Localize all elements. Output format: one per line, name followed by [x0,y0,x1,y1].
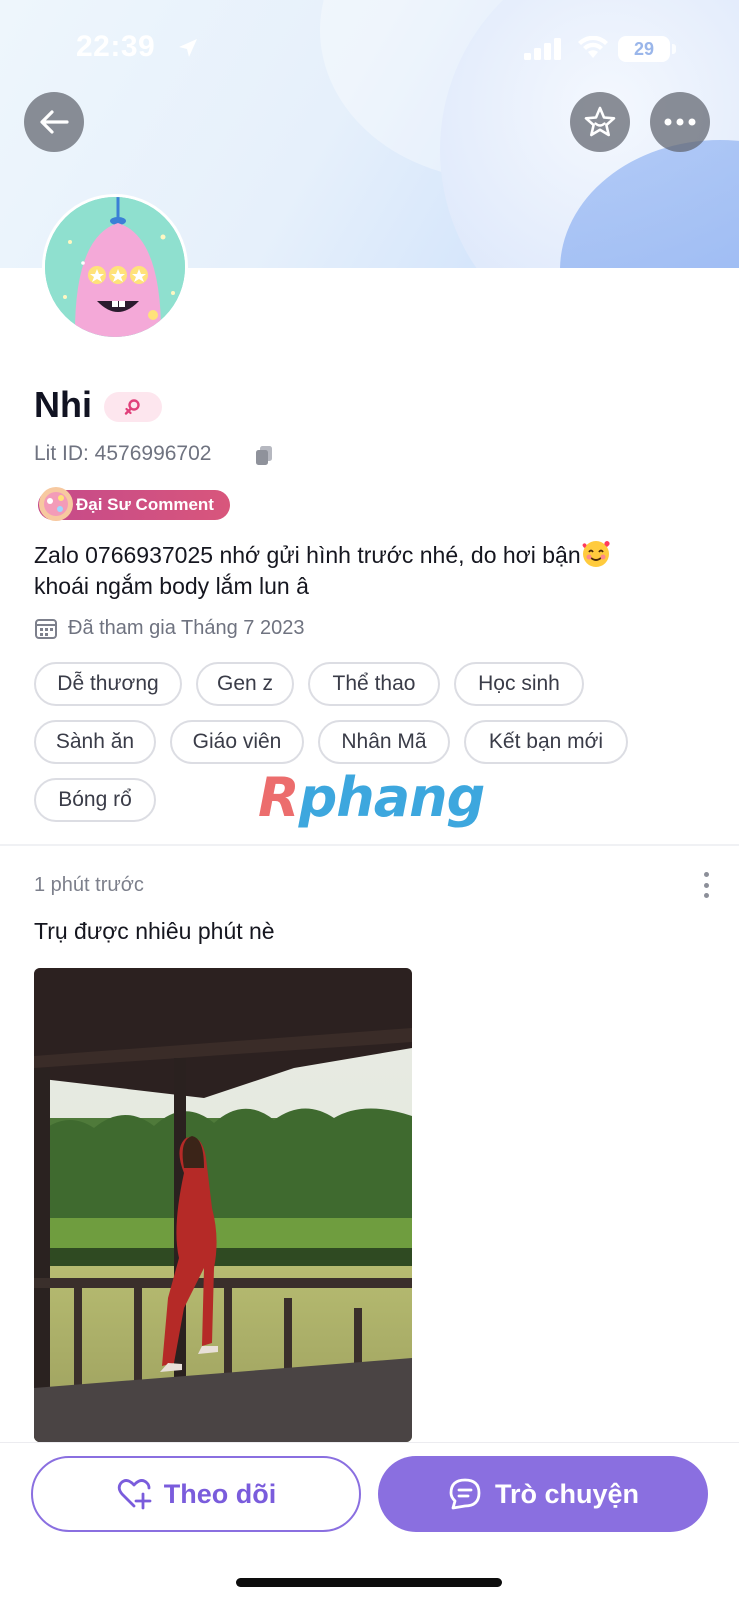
bio-line-2: khoái ngắm body lắm lun â [34,573,309,599]
tag-hoc-sinh[interactable]: Học sinh [454,662,584,706]
post-text: Trụ được nhiêu phút nè [34,918,275,944]
location-arrow-icon [179,39,197,57]
chat-button[interactable]: Trò chuyện [378,1456,708,1532]
joined-date: Đã tham gia Tháng 7 2023 [68,616,305,639]
calendar-icon [35,619,57,639]
back-button[interactable] [24,92,84,152]
tag-bong-ro[interactable]: Bóng rổ [34,778,156,822]
tag-de-thuong[interactable]: Dễ thương [34,662,182,706]
gender-badge [104,392,162,422]
watermark-logo: Rphang [258,766,485,829]
post-more-button[interactable] [700,872,712,898]
favorite-button[interactable] [570,92,630,152]
tag-the-thao[interactable]: Thể thao [308,662,440,706]
tag-ket-ban-moi[interactable]: Kết bạn mới [464,720,628,764]
tag-nhan-ma[interactable]: Nhân Mã [318,720,450,764]
post-timestamp: 1 phút trước [34,874,144,896]
profile-name: Nhi [34,384,92,425]
more-vertical-icon [703,872,709,877]
home-indicator[interactable] [236,1578,502,1587]
tag-gen-z[interactable]: Gen z [196,662,294,706]
lit-id: Lit ID: 4576996702 [34,442,212,465]
tag-sanh-an[interactable]: Sành ăn [34,720,156,764]
battery-cap [672,44,676,54]
star-icon [584,106,616,137]
battery-indicator: 29 [618,36,670,62]
smiling-face-with-hearts-icon [582,541,610,567]
tag-giao-vien[interactable]: Giáo viên [170,720,304,764]
follow-label: Theo dõi [163,1478,277,1509]
post-photo[interactable] [34,968,412,1442]
more-horizontal-icon [664,118,696,126]
status-bar: 22:39 29 [0,0,739,100]
more-options-button[interactable] [650,92,710,152]
copy-icon[interactable] [254,444,274,466]
avatar[interactable] [42,194,188,340]
female-symbol-icon [124,399,140,415]
heart-plus-icon [117,1479,152,1510]
section-divider [0,844,739,846]
joined-date-row: Đã tham gia Tháng 7 2023 [34,616,304,640]
chat-label: Trò chuyện [494,1478,640,1509]
arrow-left-icon [40,110,69,134]
profile-bio: Zalo 0766937025 nhớ gửi hình trước nhé, … [34,538,714,602]
follow-button[interactable]: Theo dõi [31,1456,361,1532]
wifi-icon [578,36,608,58]
signal-icon [524,38,561,60]
achievement-medal-icon [39,487,73,521]
bio-line-1: Zalo 0766937025 nhớ gửi hình trước nhé, … [34,542,581,568]
status-time: 22:39 [76,30,156,63]
chat-bubble-icon [449,1478,481,1510]
